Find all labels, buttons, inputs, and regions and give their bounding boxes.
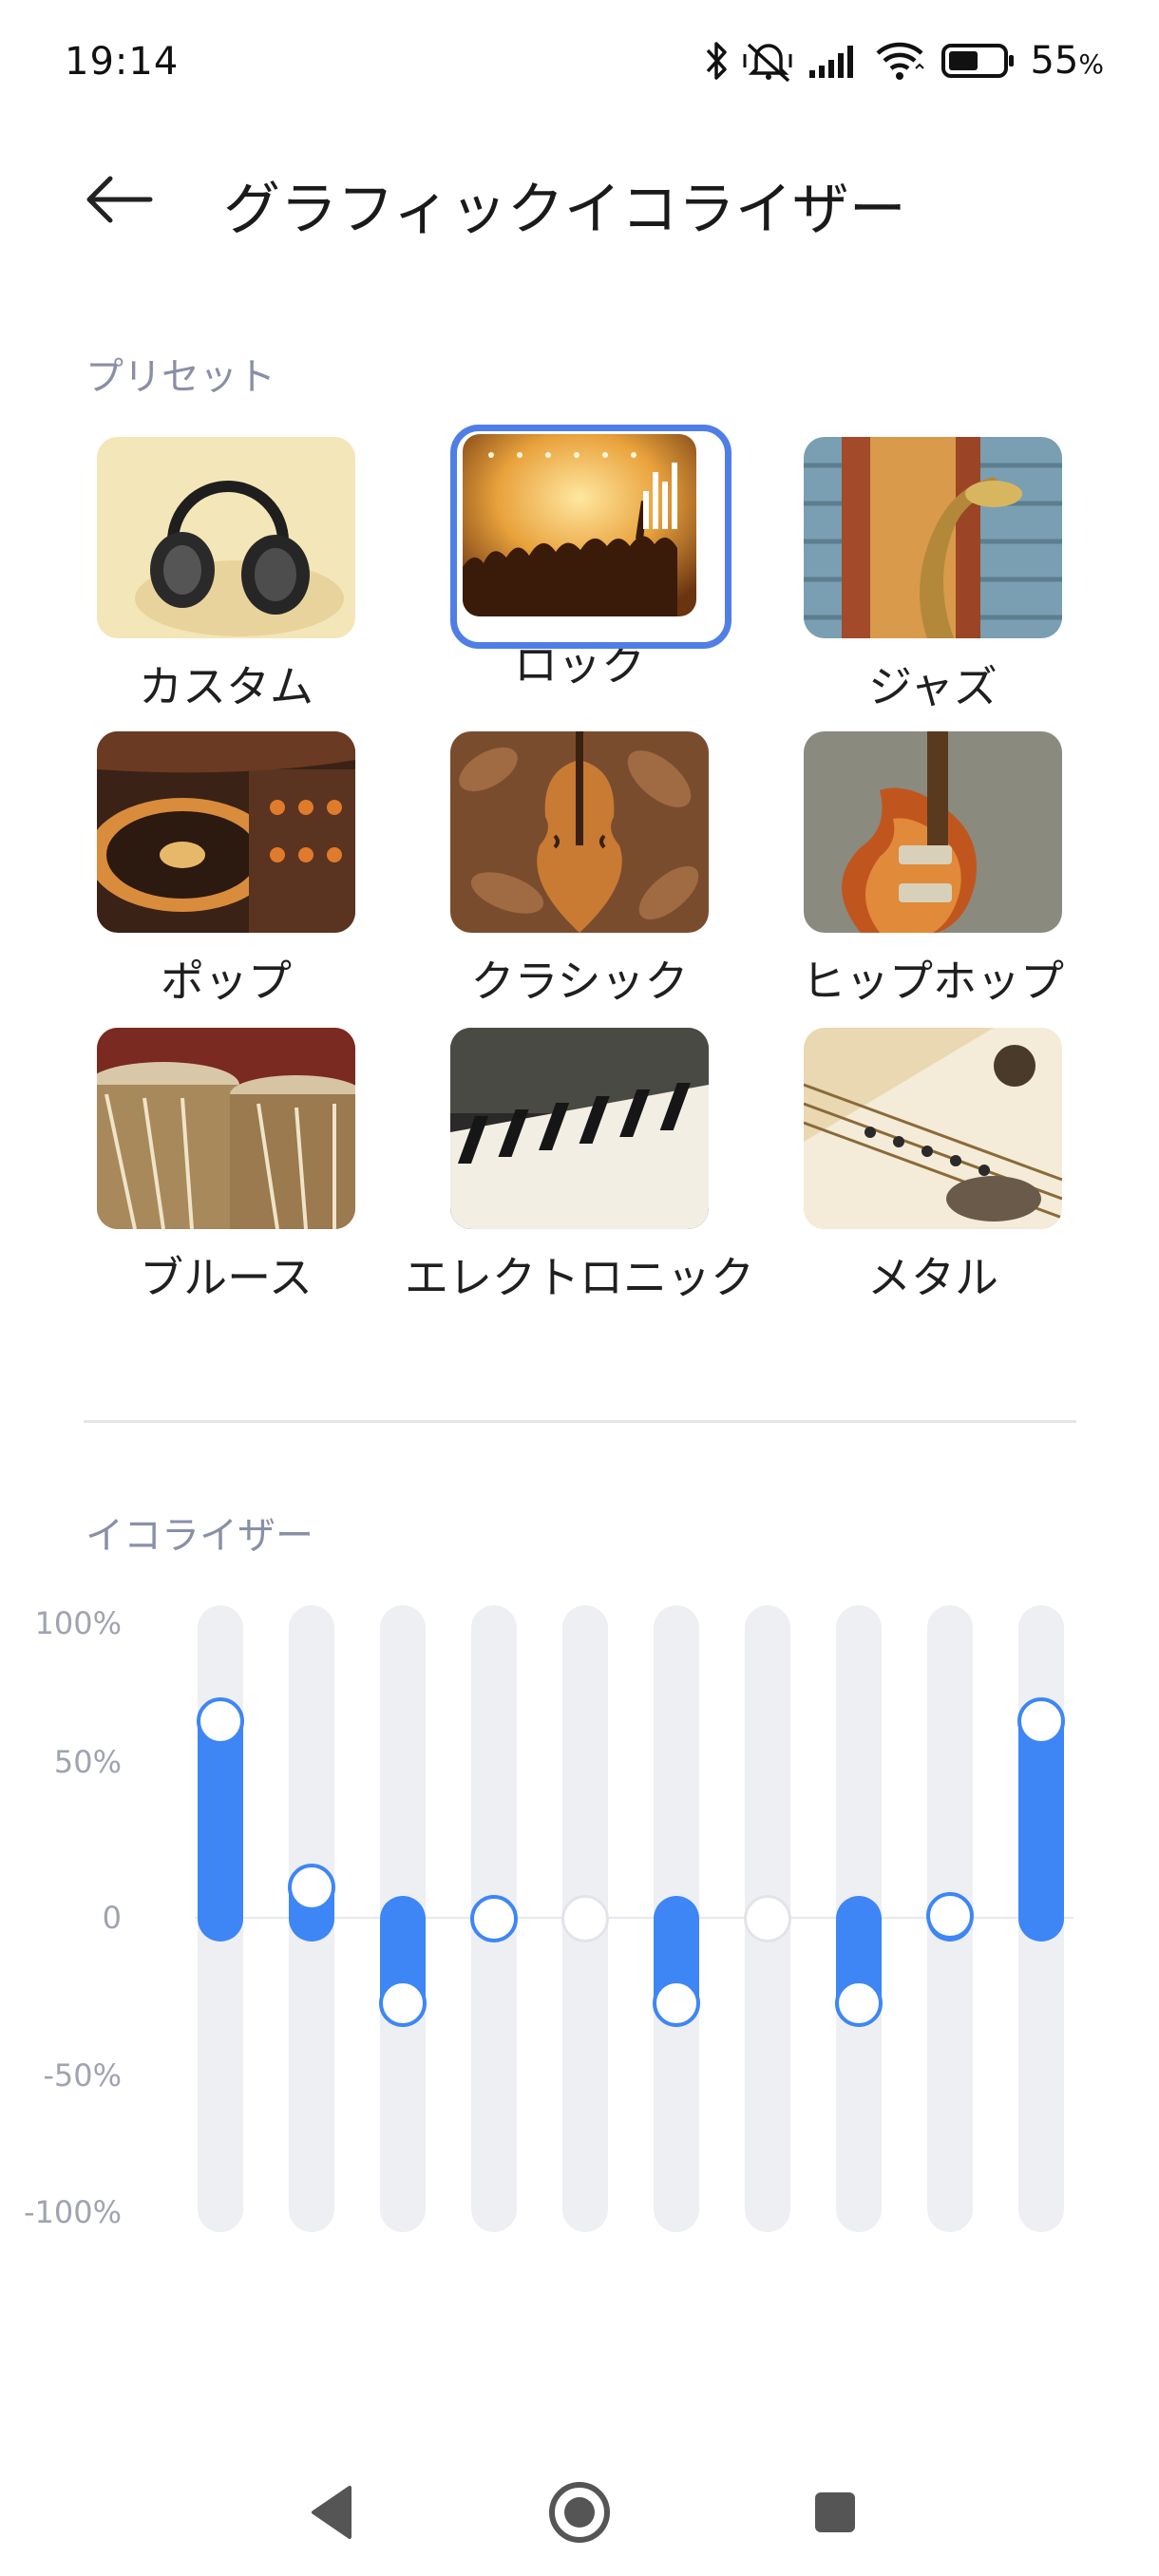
- back-triangle-icon: [312, 2486, 352, 2539]
- guitar-strings-image: [804, 1028, 1062, 1229]
- equalizer-panel: 100% 50% 0 -50% -100%: [0, 1605, 1159, 2251]
- nav-recents-button[interactable]: [792, 2470, 878, 2555]
- signal-icon: [808, 42, 861, 80]
- preset-electronic[interactable]: エレクトロニック: [405, 1028, 754, 1307]
- eq-band-6[interactable]: [653, 1605, 700, 2232]
- status-icons: 55%: [705, 36, 1104, 85]
- preset-label: ブルース: [140, 1252, 313, 1303]
- preset-label: ヒップホップ: [802, 956, 1064, 1007]
- preset-hiphop[interactable]: ヒップホップ: [771, 731, 1094, 1011]
- navigation-bar: [0, 2432, 1159, 2576]
- axis-label-50: 50%: [53, 1744, 122, 1780]
- eq-band-knob[interactable]: [835, 1979, 883, 2028]
- preset-label: カスタム: [139, 661, 314, 712]
- electric-guitar-image: [804, 731, 1062, 933]
- battery-unit: %: [1078, 48, 1104, 80]
- equalizer-section-label: イコライザー: [86, 1514, 314, 1558]
- presets-section-label: プリセット: [86, 355, 276, 399]
- preset-label: クラシック: [470, 956, 689, 1007]
- preset-custom[interactable]: カスタム: [65, 437, 388, 716]
- eq-band-5[interactable]: [561, 1605, 609, 2232]
- status-time: 19:14: [65, 40, 180, 84]
- drums-image: [97, 1028, 355, 1229]
- preset-rock[interactable]: ロック: [418, 425, 741, 694]
- preset-label: エレクトロニック: [405, 1252, 754, 1303]
- concert-crowd-image: [463, 434, 696, 616]
- battery-icon: [940, 42, 1016, 80]
- preset-classic[interactable]: クラシック: [418, 731, 741, 1011]
- eq-band-knob[interactable]: [744, 1895, 791, 1942]
- preset-pop[interactable]: ポップ: [65, 731, 388, 1011]
- preset-label: ポップ: [161, 956, 292, 1007]
- nav-home-button[interactable]: [537, 2470, 622, 2555]
- eq-band-4[interactable]: [470, 1605, 518, 2232]
- eq-band-1[interactable]: [197, 1605, 244, 2232]
- eq-band-knob[interactable]: [197, 1697, 244, 1746]
- eq-band-2[interactable]: [288, 1605, 335, 2232]
- eq-band-knob[interactable]: [470, 1895, 518, 1942]
- eq-band-10[interactable]: [1017, 1605, 1065, 2232]
- preset-jazz[interactable]: ジャズ: [771, 437, 1094, 716]
- eq-band-knob[interactable]: [379, 1979, 427, 2028]
- eq-band-knob[interactable]: [926, 1891, 974, 1940]
- preset-blues[interactable]: ブルース: [65, 1028, 388, 1307]
- eq-band-knob[interactable]: [288, 1864, 335, 1911]
- app-header: グラフィックイコライザー: [0, 142, 1159, 256]
- keyboard-image: [450, 1028, 709, 1229]
- home-circle-icon: [549, 2482, 610, 2543]
- axis-label-minus-50: -50%: [43, 2057, 122, 2093]
- eq-band-knob[interactable]: [561, 1895, 609, 1942]
- axis-label-minus-100: -100%: [23, 2194, 122, 2230]
- preset-label: メタル: [867, 1252, 998, 1303]
- axis-label-0: 0: [102, 1900, 122, 1936]
- wifi-icon: [874, 40, 927, 82]
- preset-label: ジャズ: [868, 661, 998, 712]
- recents-square-icon: [815, 2492, 855, 2532]
- nav-back-button[interactable]: [289, 2470, 374, 2555]
- eq-band-7[interactable]: [744, 1605, 791, 2232]
- headphones-image: [97, 437, 355, 638]
- axis-label-100: 100%: [34, 1605, 122, 1641]
- eq-band-8[interactable]: [835, 1605, 883, 2232]
- back-button[interactable]: [76, 161, 162, 237]
- eq-band-knob[interactable]: [1017, 1697, 1065, 1746]
- status-bar: 19:14 55%: [0, 0, 1159, 133]
- bluetooth-icon: [705, 39, 730, 83]
- battery-percent: 55%: [1030, 39, 1104, 83]
- page-title: グラフィックイコライザー: [223, 177, 906, 243]
- section-divider: [84, 1420, 1076, 1423]
- arrow-left-icon: [86, 176, 153, 223]
- eq-band-9[interactable]: [926, 1605, 974, 2232]
- preset-metal[interactable]: メタル: [771, 1028, 1094, 1307]
- dj-turntable-image: [97, 731, 355, 933]
- saxophone-image: [804, 437, 1062, 638]
- battery-value: 55: [1030, 39, 1079, 83]
- mute-vibrate-off-icon: [743, 39, 794, 83]
- eq-band-3[interactable]: [379, 1605, 427, 2232]
- eq-band-knob[interactable]: [653, 1979, 700, 2028]
- violin-image: [450, 731, 709, 933]
